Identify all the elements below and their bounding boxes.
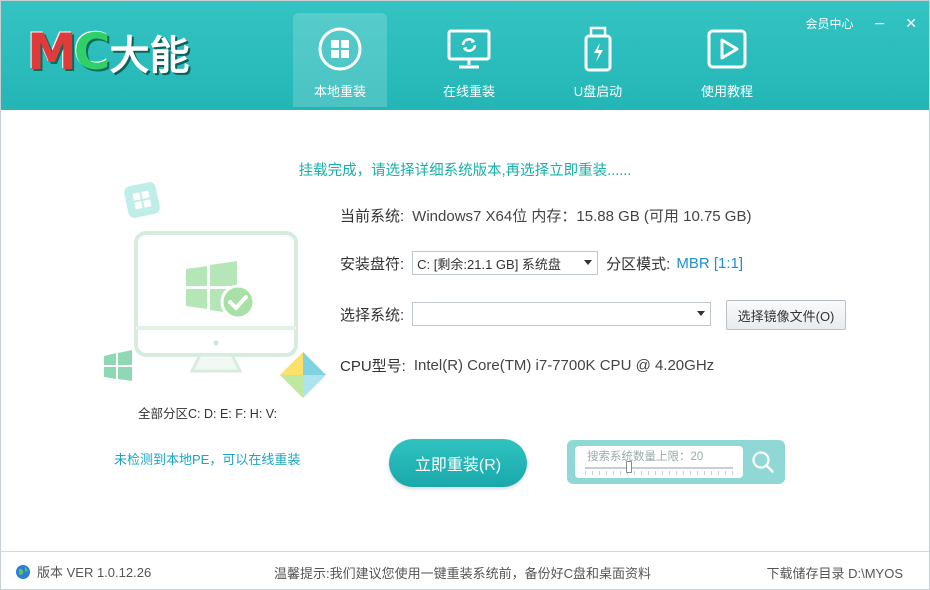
status-bar: 版本 VER 1.0.12.26 温馨提示:我们建议您使用一键重装系统前，备份好… — [1, 551, 929, 589]
close-button[interactable]: ✕ — [905, 17, 917, 31]
select-system-label: 选择系统: — [340, 306, 405, 324]
version-info: 版本 VER 1.0.12.26 — [15, 562, 151, 581]
install-drive-select[interactable]: C: [剩余:21.1 GB] 系统盘 — [412, 251, 599, 275]
floating-diamond-icon — [280, 352, 326, 398]
logo-mc: MC — [27, 23, 110, 81]
current-system-row: 当前系统: Windows7 X64位 内存：15.88 GB (可用 10.7… — [340, 205, 751, 226]
computer-illustration — [104, 182, 326, 398]
tab-label: 使用教程 — [700, 84, 753, 99]
search-button[interactable] — [745, 444, 781, 480]
version-text: 版本 VER 1.0.12.26 — [37, 565, 152, 580]
app-logo: MC 大能 — [27, 23, 189, 81]
select-image-file-button[interactable]: 选择镜像文件(O) — [726, 300, 846, 330]
header-bar: MC 大能 本地重装 在线重装 U盘启动 使用教程 会员中心 − ✕ — [1, 1, 929, 110]
usb-icon — [584, 26, 612, 72]
search-icon — [752, 451, 774, 473]
install-now-button[interactable]: 立即重装(R) — [389, 439, 527, 487]
search-limit-panel: 搜索系统数量上限：20 — [575, 446, 743, 478]
select-system-row: 选择系统: — [340, 302, 712, 326]
install-drive-value: C: [剩余:21.1 GB] 系统盘 — [417, 256, 561, 272]
search-limit-slider-track[interactable] — [585, 467, 733, 469]
video-play-icon — [707, 29, 747, 69]
tab-usb-boot[interactable]: U盘启动 — [551, 13, 645, 107]
app-window: MC 大能 本地重装 在线重装 U盘启动 使用教程 会员中心 − ✕ 挂载完成，… — [0, 0, 930, 590]
windows-icon — [318, 27, 362, 71]
partition-mode-link[interactable]: MBR [1:1] — [676, 255, 743, 272]
logo-text: 大能 — [109, 33, 190, 79]
install-drive-label: 安装盘符: — [340, 255, 405, 273]
cpu-label: CPU型号: — [340, 358, 406, 375]
current-system-label: 当前系统: — [340, 208, 405, 225]
window-controls: 会员中心 − ✕ — [806, 15, 917, 32]
globe-icon — [16, 564, 30, 579]
tab-local-reinstall[interactable]: 本地重装 — [293, 13, 387, 107]
warm-tip-text: 温馨提示:我们建议您使用一键重装系统前，备份好C盘和桌面资料 — [274, 566, 652, 581]
partition-mode-label: 分区模式: — [606, 255, 671, 273]
search-limit-slider-handle[interactable] — [626, 461, 633, 473]
minimize-button[interactable]: − — [874, 17, 886, 31]
chevron-down-icon — [697, 311, 706, 316]
chevron-down-icon — [584, 260, 593, 265]
floating-windows-tile-icon — [124, 182, 160, 218]
check-circle-icon — [220, 284, 256, 320]
download-directory[interactable]: 下载储存目录 D:\MYOS — [766, 563, 903, 582]
tab-label: 在线重装 — [442, 84, 495, 99]
system-search-box: 搜索系统数量上限：20 — [567, 440, 785, 484]
cpu-value: Intel(R) Core(TM) i7-7700K CPU @ 4.20GHz — [413, 357, 715, 374]
cpu-row: CPU型号: Intel(R) Core(TM) i7-7700K CPU @ … — [340, 355, 714, 376]
pe-status-text: 未检测到本地PE，可以在线重装 — [114, 452, 301, 467]
floating-windows-small-icon — [104, 350, 132, 381]
partition-list: 全部分区C: D: E: F: H: V: — [138, 407, 278, 421]
tab-label: U盘启动 — [573, 84, 623, 99]
search-limit-text: 搜索系统数量上限：20 — [587, 451, 704, 463]
install-drive-row: 安装盘符: C: [剩余:21.1 GB] 系统盘 分区模式: MBR [1:1… — [340, 251, 743, 275]
current-system-value: Windows7 X64位 内存：15.88 GB (可用 10.75 GB) — [412, 208, 752, 225]
tab-label: 本地重装 — [313, 84, 366, 99]
monitor-sync-icon — [447, 29, 491, 69]
slider-ticks — [585, 471, 733, 475]
select-system-dropdown[interactable] — [412, 302, 712, 326]
tab-tutorial[interactable]: 使用教程 — [680, 13, 774, 107]
tab-online-reinstall[interactable]: 在线重装 — [422, 13, 516, 107]
member-center-link[interactable]: 会员中心 — [806, 15, 854, 32]
